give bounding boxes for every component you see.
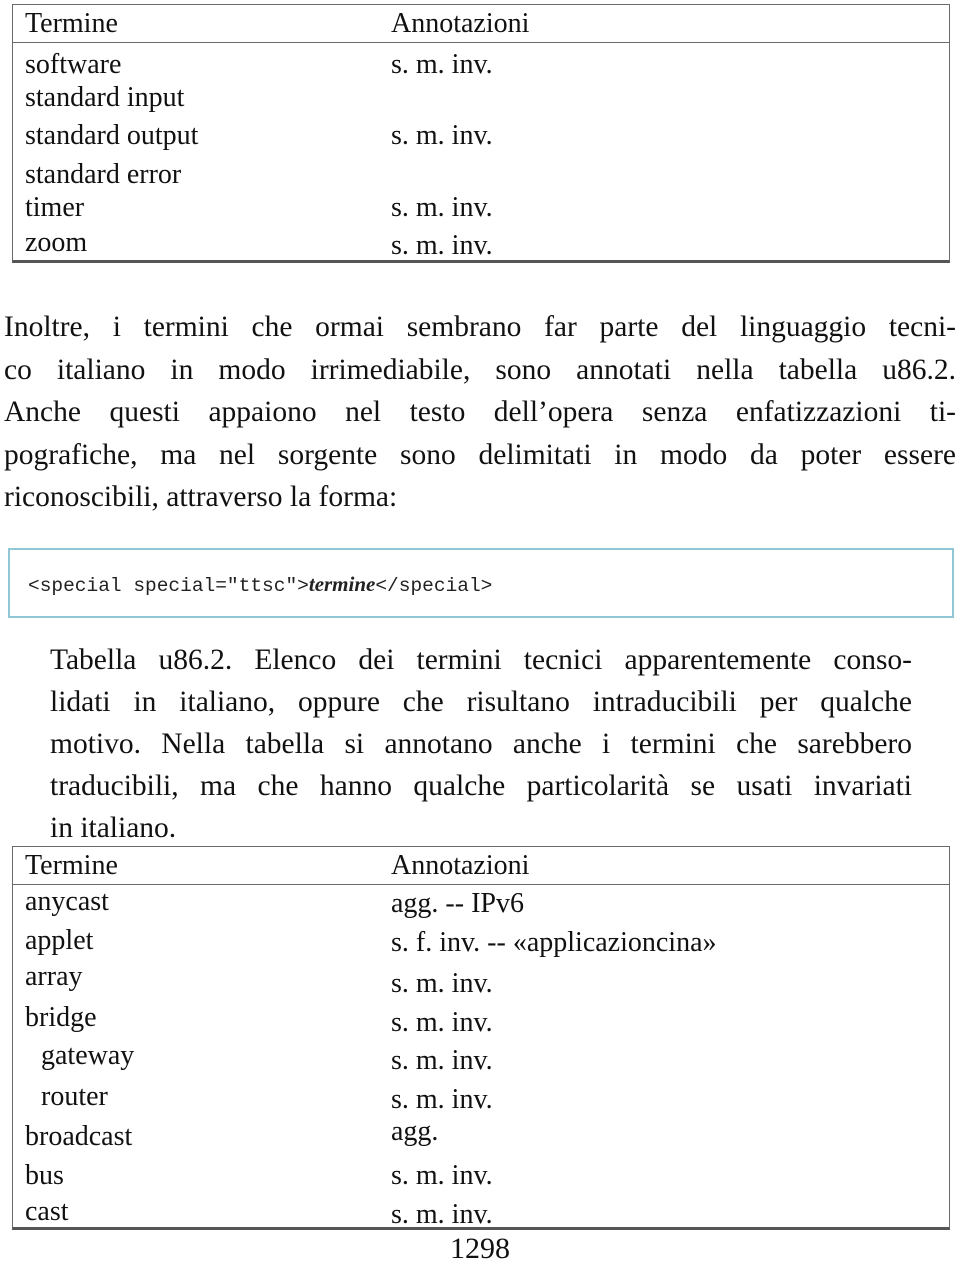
term-cell: bus — [25, 1160, 64, 1191]
term-cell: applet — [25, 925, 94, 956]
annotation-cell: s. m. inv. — [391, 120, 493, 151]
paragraph-line: pografiche, ma nel sorgente sono delimit… — [4, 438, 956, 471]
term-cell: zoom — [25, 227, 88, 258]
annotation-cell: s. m. inv. — [391, 192, 493, 223]
terms-table-2: Termine Annotazioni anycast agg. -- IPv6… — [12, 846, 950, 1230]
paragraph-line: co italiano in modo irrimediabile, sono … — [4, 353, 956, 386]
term-cell: timer — [25, 192, 85, 223]
annotation-cell: agg. — [391, 1116, 439, 1147]
header-annotations: Annotazioni — [391, 850, 530, 881]
annotation-cell: s. m. inv. — [391, 1045, 493, 1076]
code-example-box: <special special="ttsc">termine</special… — [8, 548, 954, 618]
table-caption: Tabella u86.2. Elenco dei termini tecnic… — [50, 639, 912, 849]
caption-line: lidati in italiano, oppure che risultano… — [50, 686, 912, 718]
terms-table-1: Termine Annotazioni software s. m. inv. … — [12, 4, 950, 263]
paragraph-line: Inoltre, i termini che ormai sembrano fa… — [4, 311, 956, 343]
code-line: <special special="ttsc">termine</special… — [28, 572, 492, 597]
header-term: Termine — [25, 850, 118, 881]
term-cell: standard error — [25, 159, 182, 190]
annotation-cell: s. m. inv. — [391, 968, 493, 999]
paragraph-line: riconoscibili, attraverso la forma: — [4, 481, 398, 513]
term-cell: standard input — [25, 82, 185, 113]
code-emphasis: termine — [308, 572, 376, 596]
term-cell: router — [41, 1081, 108, 1112]
header-annotations: Annotazioni — [391, 8, 530, 39]
term-cell: gateway — [41, 1040, 135, 1071]
page-number: 1298 — [450, 1232, 510, 1265]
annotation-cell: s. m. inv. — [391, 1199, 493, 1230]
table-header: Termine Annotazioni — [13, 5, 949, 43]
annotation-cell: s. m. inv. — [391, 1007, 493, 1038]
caption-line: Tabella u86.2. Elenco dei termini tecnic… — [50, 644, 912, 676]
term-cell: standard output — [25, 120, 199, 151]
annotation-cell: s. m. inv. — [391, 49, 493, 80]
caption-line: motivo. Nella tabella si annotano anche … — [50, 728, 912, 760]
body-paragraph: Inoltre, i termini che ormai sembrano fa… — [4, 306, 956, 519]
term-cell: array — [25, 961, 83, 992]
term-cell: anycast — [25, 886, 109, 917]
paragraph-line: Anche questi appaiono nel testo dell’ope… — [4, 396, 956, 428]
caption-line: traducibili, ma che hanno qualche partic… — [50, 770, 912, 802]
term-cell: cast — [25, 1196, 69, 1227]
term-cell: broadcast — [25, 1121, 133, 1152]
annotation-cell: s. m. inv. — [391, 1084, 493, 1115]
annotation-cell: agg. -- IPv6 — [391, 888, 524, 919]
code-suffix: </special> — [375, 575, 493, 597]
annotation-cell: s. m. inv. — [391, 1160, 493, 1191]
code-prefix: <special special="ttsc"> — [28, 575, 309, 597]
annotation-cell: s. m. inv. — [391, 230, 493, 261]
annotation-cell: s. f. inv. -- «applicazioncina» — [391, 927, 717, 958]
table-header: Termine Annotazioni — [13, 847, 949, 885]
caption-line: in italiano. — [50, 812, 177, 844]
header-term: Termine — [25, 8, 118, 39]
term-cell: software — [25, 49, 122, 80]
term-cell: bridge — [25, 1002, 97, 1033]
